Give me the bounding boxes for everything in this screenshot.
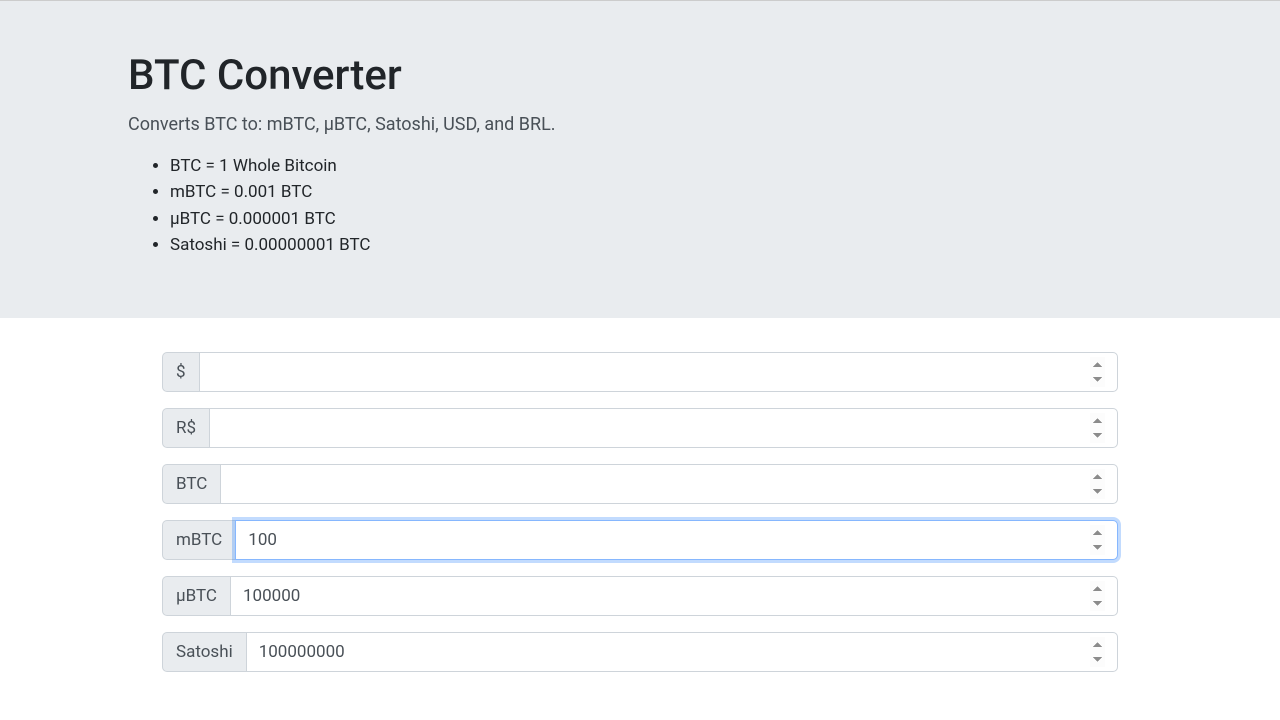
header-section: BTC Converter Converts BTC to: mBTC, μBT…: [0, 0, 1280, 318]
page-title: BTC Converter: [128, 51, 1152, 100]
mbtc-input-group: mBTC: [162, 520, 1118, 560]
ubtc-input[interactable]: [230, 576, 1118, 616]
brl-input-group: R$: [162, 408, 1118, 448]
satoshi-input[interactable]: [246, 632, 1118, 672]
page-subtitle: Converts BTC to: mBTC, μBTC, Satoshi, US…: [128, 114, 1152, 135]
usd-input[interactable]: [199, 352, 1118, 392]
usd-input-group: $: [162, 352, 1118, 392]
brl-label: R$: [162, 408, 209, 448]
satoshi-input-group: Satoshi: [162, 632, 1118, 672]
satoshi-label: Satoshi: [162, 632, 246, 672]
mbtc-input[interactable]: [235, 520, 1118, 560]
unit-definition-satoshi: Satoshi = 0.00000001 BTC: [170, 232, 1152, 258]
ubtc-label: μBTC: [162, 576, 230, 616]
unit-definition-btc: BTC = 1 Whole Bitcoin: [170, 153, 1152, 179]
btc-input-group: BTC: [162, 464, 1118, 504]
btc-label: BTC: [162, 464, 220, 504]
unit-definition-ubtc: μBTC = 0.000001 BTC: [170, 206, 1152, 232]
converter-form: $ R$ BTC mBTC μBTC Satoshi: [0, 318, 1280, 672]
btc-input[interactable]: [220, 464, 1118, 504]
unit-definition-list: BTC = 1 Whole Bitcoin mBTC = 0.001 BTC μ…: [128, 153, 1152, 258]
mbtc-label: mBTC: [162, 520, 235, 560]
usd-label: $: [162, 352, 199, 392]
unit-definition-mbtc: mBTC = 0.001 BTC: [170, 179, 1152, 205]
brl-input[interactable]: [209, 408, 1118, 448]
ubtc-input-group: μBTC: [162, 576, 1118, 616]
